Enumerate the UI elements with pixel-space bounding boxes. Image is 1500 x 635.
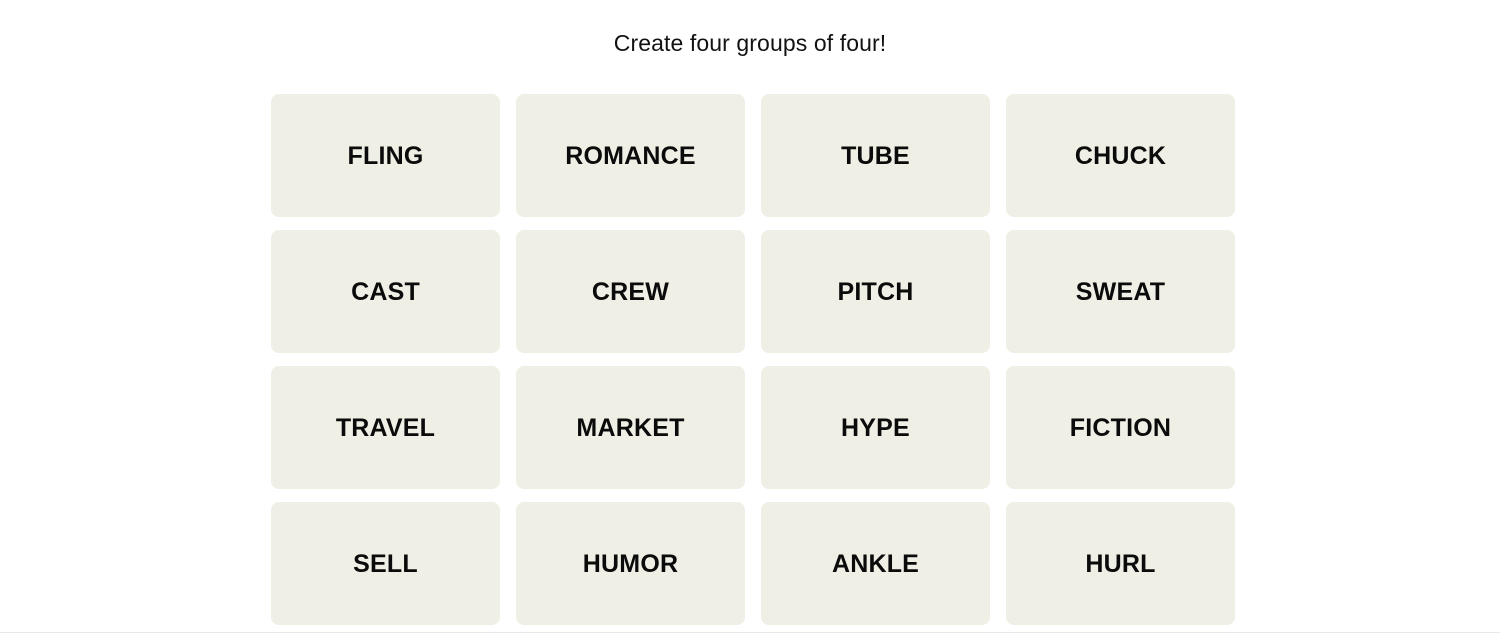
word-tile-label: MARKET [576, 413, 685, 442]
word-tile-label: CHUCK [1074, 141, 1167, 170]
word-tile-label: HYPE [841, 413, 910, 442]
word-tile-label: CAST [351, 277, 420, 306]
word-tile-fiction[interactable]: FICTION [1006, 366, 1235, 489]
word-tile-label: TRAVEL [335, 413, 436, 442]
word-tile-sweat[interactable]: SWEAT [1006, 230, 1235, 353]
connections-game-page: Create four groups of four! FLING ROMANC… [0, 0, 1500, 635]
word-tile-label: HURL [1085, 549, 1156, 578]
page-title: Create four groups of four! [613, 30, 887, 56]
word-tile-humor[interactable]: HUMOR [516, 502, 745, 625]
word-tile-label: SELL [353, 549, 418, 578]
word-tile-pitch[interactable]: PITCH [761, 230, 990, 353]
word-tile-cast[interactable]: CAST [271, 230, 500, 353]
word-tile-label: FLING [347, 141, 424, 170]
word-tile-tube[interactable]: TUBE [761, 94, 990, 217]
word-tile-label: ROMANCE [565, 141, 696, 170]
word-tile-sell[interactable]: SELL [271, 502, 500, 625]
word-tile-hurl[interactable]: HURL [1006, 502, 1235, 625]
puzzle-grid: FLING ROMANCE TUBE CHUCK CAST CREW PITCH… [271, 94, 1235, 625]
word-tile-label: PITCH [837, 277, 914, 306]
word-tile-label: CREW [591, 277, 670, 306]
word-tile-label: SWEAT [1075, 277, 1166, 306]
word-tile-fling[interactable]: FLING [271, 94, 500, 217]
word-tile-market[interactable]: MARKET [516, 366, 745, 489]
word-tile-label: TUBE [841, 141, 910, 170]
word-tile-label: HUMOR [582, 549, 679, 578]
word-tile-crew[interactable]: CREW [516, 230, 745, 353]
word-tile-label: FICTION [1069, 413, 1172, 442]
word-tile-romance[interactable]: ROMANCE [516, 94, 745, 217]
word-tile-ankle[interactable]: ANKLE [761, 502, 990, 625]
word-tile-hype[interactable]: HYPE [761, 366, 990, 489]
word-tile-travel[interactable]: TRAVEL [271, 366, 500, 489]
word-tile-label: ANKLE [831, 549, 920, 578]
word-tile-chuck[interactable]: CHUCK [1006, 94, 1235, 217]
bottom-divider [0, 632, 1500, 633]
